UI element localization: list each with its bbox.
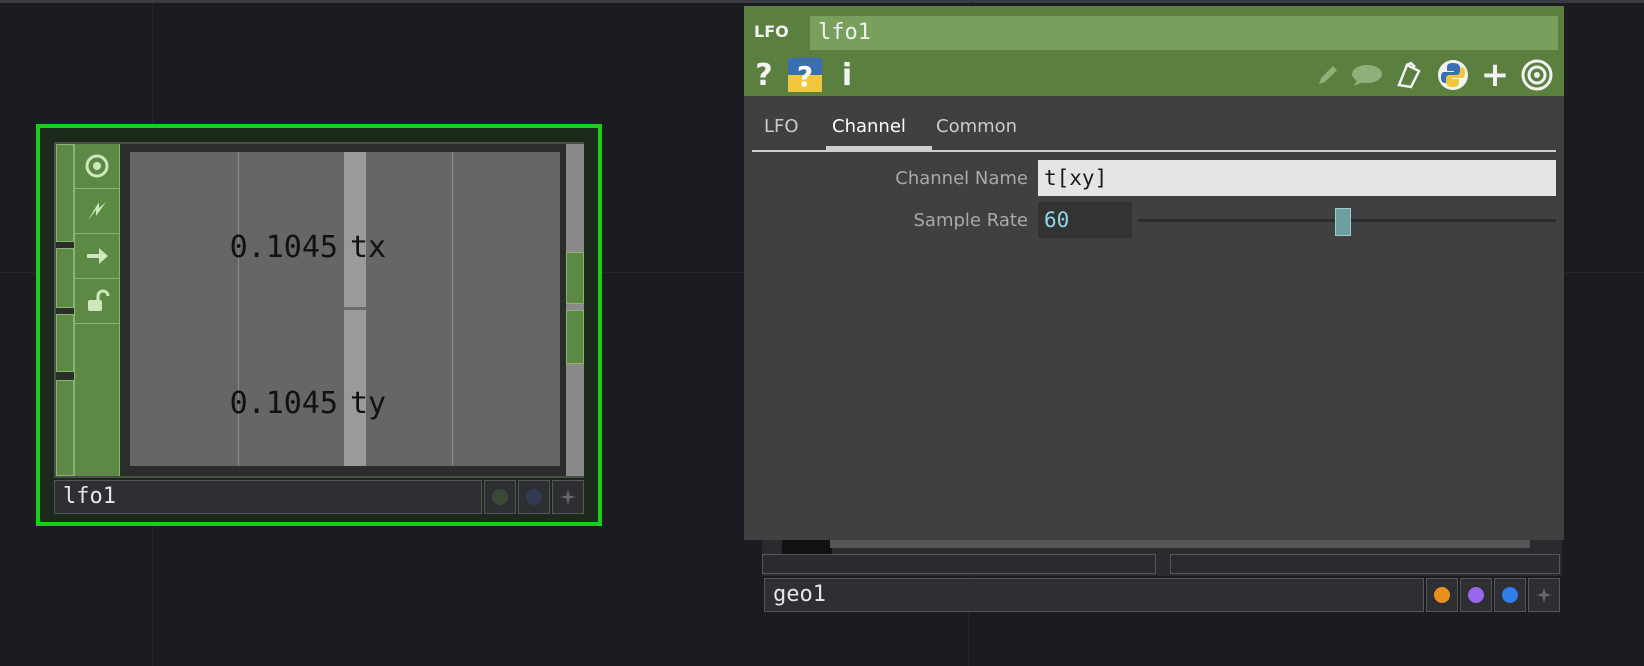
dot-icon [1468,587,1484,603]
input-connector[interactable] [56,144,74,242]
target-icon[interactable] [1520,58,1554,92]
lock-flag-icon[interactable] [75,279,119,324]
plus-icon [560,489,576,505]
geo-node-body[interactable] [762,536,1562,576]
channel-value: 0.1045 [229,386,338,421]
dot-icon [1502,587,1518,603]
channel-row-ty: 0.1045 ty [130,386,560,426]
sample-rate-label: Sample Rate [913,210,1029,231]
node-dot-button[interactable] [484,480,516,514]
comment-icon[interactable] [1350,58,1384,92]
channel-name-label: Channel Name [895,168,1028,189]
python-icon[interactable] [1436,58,1470,92]
sample-rate-slider-handle[interactable] [1334,208,1351,236]
geo-dot-button[interactable] [1494,578,1526,612]
cook-flag-arrow-icon[interactable] [75,234,119,279]
geo-node-name-label[interactable]: geo1 [764,578,1424,612]
plus-icon [1536,587,1552,603]
operator-name-field[interactable]: lfo1 [810,16,1558,50]
channel-value: 0.1045 [229,230,338,265]
active-tab-indicator [826,146,932,150]
dot-icon [1434,587,1450,603]
dot-icon [492,489,508,505]
parameter-tabs: LFO Channel Common [752,106,1556,152]
geo-dot-button[interactable] [1426,578,1458,612]
node-name-label[interactable]: lfo1 [54,480,482,514]
input-connector[interactable] [56,248,74,308]
sample-rate-field[interactable]: 60 [1038,202,1132,238]
help-icon[interactable]: ? [752,58,776,93]
parameter-panel: LFO lfo1 ? ? i + LFO Channel Common Chan… [744,6,1564,540]
node-dot-button[interactable] [518,480,550,514]
add-icon[interactable]: + [1480,55,1510,95]
viewer-flag-icon[interactable] [75,144,119,189]
bypass-flag-icon[interactable] [75,189,119,234]
network-top-edge [0,0,1644,3]
python-help-icon[interactable]: ? [788,58,822,92]
geo-plus-button[interactable] [1528,578,1560,612]
channel-viewer: 0.1045 tx 0.1045 ty [130,152,560,466]
info-icon[interactable]: i [838,58,856,93]
svg-text:?: ? [797,60,813,92]
lfo-node[interactable]: 0.1045 tx 0.1045 ty lfo1 [36,124,602,526]
geo-dot-button[interactable] [1460,578,1492,612]
channel-name: tx [350,230,387,265]
tab-lfo[interactable]: LFO [764,116,799,137]
tab-common[interactable]: Common [936,116,1017,137]
channel-name: ty [350,386,387,421]
tab-channel[interactable]: Channel [832,116,906,137]
pencil-icon[interactable] [1314,58,1342,92]
lfo-node-body[interactable]: 0.1045 tx 0.1045 ty [54,142,584,478]
dot-icon [526,489,542,505]
node-plus-button[interactable] [552,480,584,514]
panel-header: LFO lfo1 ? ? i + [744,6,1564,96]
node-flags [74,144,120,476]
output-column [566,144,584,476]
output-connector[interactable] [566,252,584,304]
channel-name-field[interactable]: t[xy] [1038,160,1556,196]
clipboard-icon[interactable] [1394,58,1424,92]
operator-type-label: LFO [754,22,789,41]
input-connector[interactable] [56,314,74,372]
output-connector[interactable] [566,310,584,364]
input-connector[interactable] [56,380,74,476]
channel-row-tx: 0.1045 tx [130,230,560,270]
